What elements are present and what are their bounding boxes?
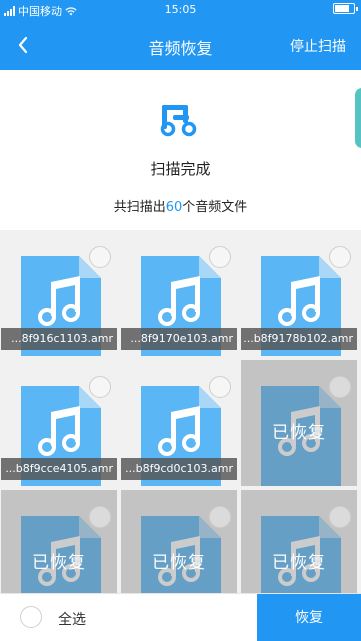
count-suffix: 个音频文件 [182, 200, 248, 215]
side-tab[interactable] [355, 88, 361, 148]
file-select-radio[interactable] [89, 246, 111, 268]
select-all-label[interactable]: 全选 [58, 609, 86, 629]
scan-count-text: 共扫描出60个音频文件 [0, 196, 361, 215]
file-name: ...8f9170e103.amr [121, 328, 237, 350]
stop-scan-button[interactable]: 停止扫描 [290, 36, 346, 56]
recover-button[interactable]: 恢复 [257, 594, 361, 641]
app-bar: 音频恢复 停止扫描 [0, 20, 361, 70]
file-select-radio[interactable] [329, 506, 351, 528]
file-tile[interactable]: 已恢复 [1, 490, 117, 593]
recovered-label: 已恢复 [32, 553, 86, 573]
file-select-radio[interactable] [209, 376, 231, 398]
status-time: 15:05 [164, 3, 197, 16]
file-select-radio[interactable] [329, 376, 351, 398]
count-prefix: 共扫描出 [113, 200, 166, 215]
file-select-radio[interactable] [89, 376, 111, 398]
file-tile[interactable]: ...8f916c1103.amr [1, 230, 117, 356]
file-tile[interactable]: ...b8f9cd0c103.amr [121, 360, 237, 486]
file-tile[interactable]: ...8f9170e103.amr [121, 230, 237, 356]
count-number: 60 [165, 200, 183, 215]
select-all-checkbox[interactable] [20, 606, 42, 628]
file-select-radio[interactable] [89, 506, 111, 528]
status-bar: 中国移动 15:05 [0, 0, 361, 20]
bottom-bar: 全选 恢复 [0, 593, 361, 641]
file-name: ...8f916c1103.amr [1, 328, 117, 350]
file-tile[interactable]: 已恢复 [121, 490, 237, 593]
file-grid: ...8f916c1103.amr ...8f9170e103.amr ...b8f… [0, 230, 361, 593]
recovered-label: 已恢复 [272, 423, 326, 443]
file-name: ...b8f9cce4105.amr [1, 458, 117, 480]
recovered-label: 已恢复 [152, 553, 206, 573]
file-name: ...b8f9cd0c103.amr [121, 458, 237, 480]
file-tile[interactable]: 已恢复 [241, 360, 357, 486]
file-tile[interactable]: ...b8f9cce4105.amr [1, 360, 117, 486]
scan-status: 扫描完成 [150, 160, 211, 178]
file-tile[interactable]: ...b8f9178b102.amr [241, 230, 357, 356]
recovered-label: 已恢复 [272, 553, 326, 573]
file-name: ...b8f9178b102.amr [241, 328, 357, 350]
battery-icon [333, 3, 358, 14]
file-select-radio[interactable] [209, 246, 231, 268]
audio-file-icon [160, 105, 197, 137]
file-select-radio[interactable] [209, 506, 231, 528]
file-tile[interactable]: 已恢复 [241, 490, 357, 593]
status-right [333, 3, 358, 14]
scan-summary: 扫描完成 共扫描出60个音频文件 [0, 70, 361, 230]
file-select-radio[interactable] [329, 246, 351, 268]
